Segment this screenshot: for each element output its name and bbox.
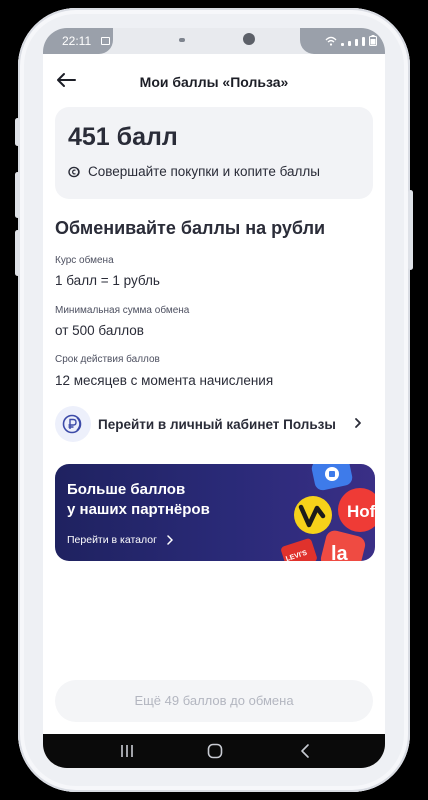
min-sum-value: от 500 баллов <box>55 323 144 338</box>
phone-volume-down-button <box>15 230 20 276</box>
min-sum-label: Минимальная сумма обмена <box>55 305 190 316</box>
sensor <box>179 38 185 42</box>
android-nav-bar <box>43 734 385 768</box>
rate-value: 1 балл = 1 рубль <box>55 273 160 288</box>
signal-bar-icon <box>362 37 365 46</box>
partners-banner[interactable]: Больше баллов у наших партнёров Перейти … <box>55 464 375 561</box>
signal-bar-icon <box>355 39 358 46</box>
points-balance: 451 балл <box>68 123 178 151</box>
app-screen: 22:11 Мои баллы «Польза» 451 балл Соверш… <box>43 28 385 768</box>
battery-icon <box>369 35 377 46</box>
home-icon[interactable] <box>206 742 224 760</box>
phone-side-button <box>15 118 20 146</box>
balance-card: 451 балл Совершайте покупки и копите бал… <box>55 107 373 199</box>
phone-volume-up-button <box>15 172 20 218</box>
wifi-icon <box>325 36 337 46</box>
balance-hint-text: Совершайте покупки и копите баллы <box>88 164 320 179</box>
rate-label: Курс обмена <box>55 255 114 266</box>
validity-label: Срок действия баллов <box>55 354 160 365</box>
cabinet-link-row[interactable]: Перейти в личный кабинет Пользы <box>55 406 373 442</box>
partner-logo-la-text: la <box>331 543 349 561</box>
balance-hint: Совершайте покупки и копите баллы <box>68 164 320 179</box>
exchange-button-disabled[interactable]: Ещё 49 баллов до обмена <box>55 680 373 722</box>
ruble-coin-icon <box>55 406 91 442</box>
front-camera <box>243 33 255 45</box>
page-title: Мои баллы «Польза» <box>139 74 289 90</box>
validity-value: 12 месяцев с момента начисления <box>55 373 274 388</box>
status-time: 22:11 <box>62 34 92 48</box>
gallery-notification-icon <box>101 37 110 45</box>
signal-bar-icon <box>348 41 351 46</box>
signal-bar-icon <box>341 43 344 46</box>
partner-logos: Hoff la LEVI'S <box>281 464 375 561</box>
partner-logo-hoff-text: Hoff <box>347 502 375 521</box>
exchange-heading: Обменивайте баллы на рубли <box>55 218 326 238</box>
status-bar: 22:11 <box>43 28 385 54</box>
recent-apps-icon[interactable] <box>118 742 136 760</box>
back-nav-icon[interactable] <box>297 742 315 760</box>
cabinet-link-label: Перейти в личный кабинет Пользы <box>98 417 336 432</box>
status-icons <box>325 35 377 46</box>
coin-icon <box>68 166 80 177</box>
phone-power-button <box>408 190 413 270</box>
chevron-right-icon <box>355 418 361 428</box>
